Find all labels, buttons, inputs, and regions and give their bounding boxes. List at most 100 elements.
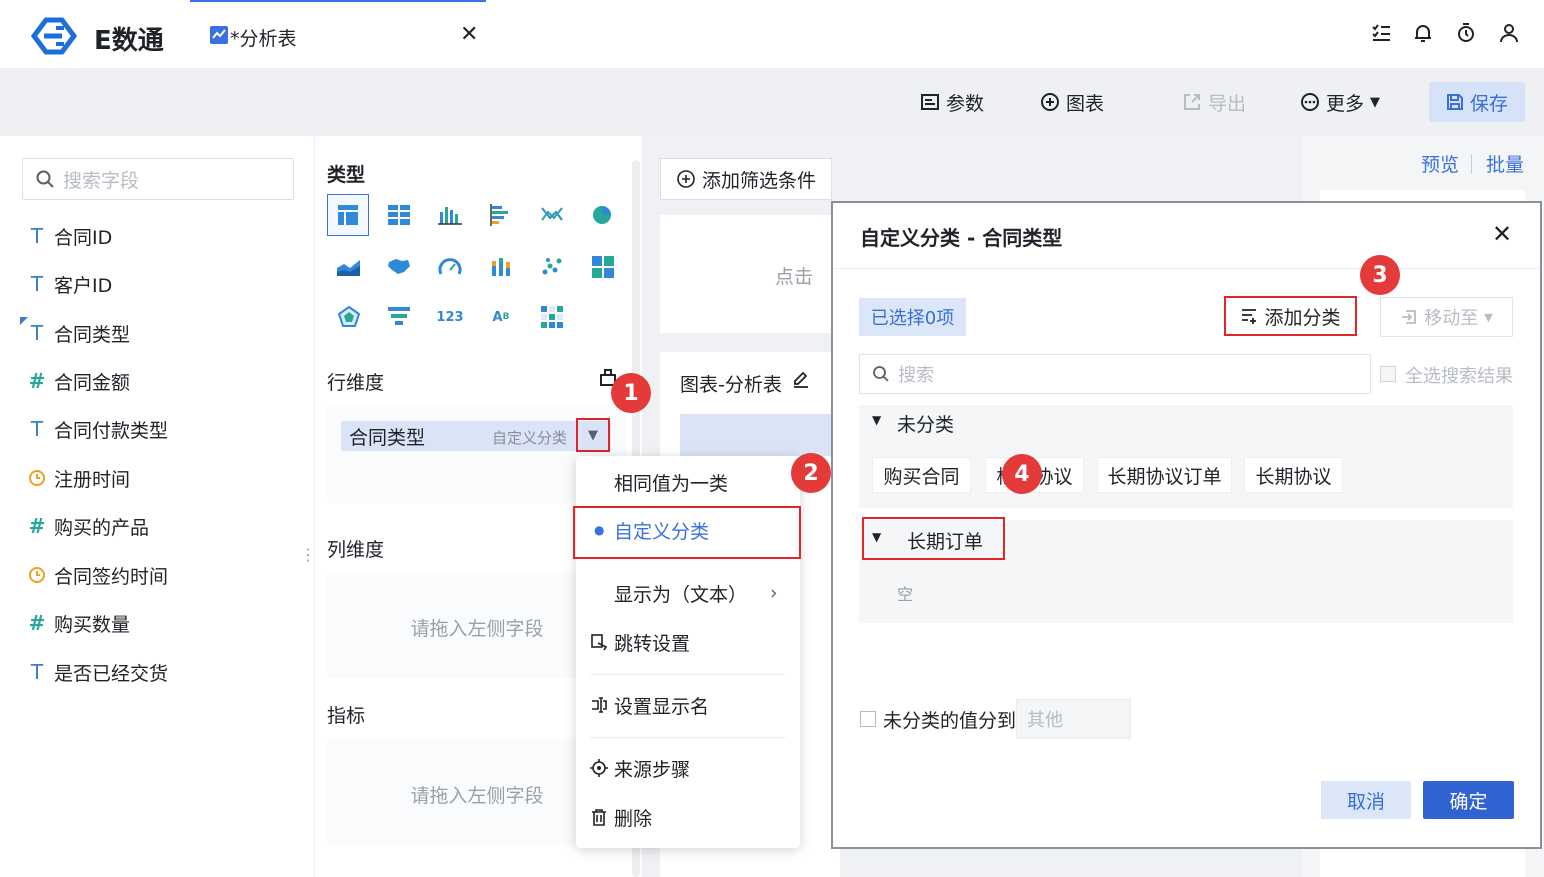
chart-type-title: 类型 xyxy=(327,164,366,186)
field-item[interactable]: # 合同金额 xyxy=(28,366,130,396)
area-chart-icon[interactable] xyxy=(332,250,366,284)
field-item[interactable]: 注册时间 xyxy=(28,463,130,493)
menu-item-display-as-label: 显示为（文本） xyxy=(614,583,748,606)
scatter-icon[interactable] xyxy=(535,250,569,284)
table-chart-icon[interactable] xyxy=(327,194,369,236)
cancel-button[interactable]: 取消 xyxy=(1321,781,1411,819)
tab-analysis[interactable]: *分析表 ✕ xyxy=(190,0,486,68)
unassigned-checkbox[interactable] xyxy=(860,711,876,727)
ok-button[interactable]: 确定 xyxy=(1423,781,1514,819)
unassigned-input[interactable]: 其他 xyxy=(1016,699,1131,739)
row-dim-field-pill[interactable]: 合同类型 自定义分类 xyxy=(341,421,611,451)
field-item[interactable]: T 是否已经交货 xyxy=(28,657,168,687)
chart-button[interactable]: 图表 xyxy=(1040,88,1104,116)
dialog-search-input[interactable]: 搜索 xyxy=(859,354,1371,394)
select-all-checkbox[interactable] xyxy=(1380,366,1396,382)
menu-item-jump[interactable]: 跳转设置 xyxy=(590,627,690,657)
field-item[interactable]: T 合同ID xyxy=(28,221,112,251)
move-to-button[interactable]: 移动至 ▼ xyxy=(1380,297,1513,337)
save-label: 保存 xyxy=(1469,92,1508,115)
category-group-name[interactable]: 长期订单 xyxy=(907,527,983,554)
text-type-icon: T xyxy=(30,224,44,248)
chart-title: 图表-分析表 xyxy=(680,374,782,396)
plus-circle-icon xyxy=(676,169,696,189)
word-cloud-icon[interactable]: AB xyxy=(484,300,518,334)
category-chip[interactable]: 长期协议订单 xyxy=(1097,457,1232,493)
menu-item-source[interactable]: 来源步骤 xyxy=(590,753,690,783)
params-label: 参数 xyxy=(946,92,985,115)
dialog-search-placeholder: 搜索 xyxy=(898,365,934,386)
pie-chart-icon[interactable] xyxy=(586,198,620,232)
more-button[interactable]: 更多 ▼ xyxy=(1300,88,1380,116)
funnel-icon[interactable] xyxy=(382,300,416,334)
field-item[interactable]: # 购买的产品 xyxy=(28,511,149,541)
close-icon[interactable]: ✕ xyxy=(460,22,478,47)
menu-item-same-value[interactable]: 相同值为一类 xyxy=(614,467,728,497)
category-chip[interactable]: 长期协议 xyxy=(1244,457,1343,493)
hbar-chart-icon[interactable] xyxy=(484,198,518,232)
crosstab-icon[interactable] xyxy=(382,198,416,232)
uncategorized-title: 未分类 xyxy=(897,414,955,436)
treemap-icon[interactable] xyxy=(586,250,620,284)
map-icon[interactable] xyxy=(382,250,416,284)
menu-item-delete[interactable]: 删除 xyxy=(590,802,652,832)
field-item[interactable]: 合同签约时间 xyxy=(28,560,168,590)
heatmap-icon[interactable] xyxy=(535,300,569,334)
text-type-icon: T xyxy=(30,272,44,296)
preview-link[interactable]: 预览 xyxy=(1421,150,1459,177)
field-label: 购买数量 xyxy=(54,613,131,636)
divider xyxy=(1471,154,1472,174)
line-chart-icon xyxy=(210,26,228,44)
search-icon xyxy=(872,365,890,383)
menu-item-jump-label: 跳转设置 xyxy=(614,632,691,655)
field-item[interactable]: # 购买数量 xyxy=(28,608,130,638)
params-button[interactable]: 参数 xyxy=(920,88,984,116)
number-type-icon: # xyxy=(28,611,46,635)
field-item[interactable]: T 合同类型 xyxy=(20,317,130,348)
caret-down-icon[interactable]: ▼ xyxy=(872,413,881,427)
kpi-number-icon[interactable]: 123 xyxy=(433,300,467,334)
export-button[interactable]: 导出 xyxy=(1182,88,1246,116)
stacked-bar-icon[interactable] xyxy=(484,250,518,284)
field-search-input[interactable]: 搜索字段 xyxy=(22,158,294,200)
pill-dropdown-button[interactable]: ▼ xyxy=(576,418,610,452)
plus-circle-icon xyxy=(1040,92,1060,112)
category-chip[interactable]: 购买合同 xyxy=(872,457,971,493)
gauge-icon[interactable] xyxy=(433,250,467,284)
list-icon[interactable] xyxy=(1370,22,1394,46)
move-icon xyxy=(1400,308,1418,326)
menu-separator xyxy=(590,674,786,675)
target-icon xyxy=(590,759,608,777)
save-button[interactable]: 保存 xyxy=(1429,82,1525,122)
selected-count-badge: 已选择0项 xyxy=(859,298,966,336)
add-category-button[interactable]: 添加分类 xyxy=(1224,296,1357,336)
caret-down-icon[interactable]: ▼ xyxy=(872,530,881,544)
user-icon[interactable] xyxy=(1498,22,1522,46)
menu-item-display-name-label: 设置显示名 xyxy=(614,695,710,718)
bell-icon[interactable] xyxy=(1412,22,1436,46)
close-icon[interactable]: ✕ xyxy=(1492,220,1512,248)
menu-item-source-label: 来源步骤 xyxy=(614,758,691,781)
trash-icon xyxy=(590,808,608,826)
logo-text: E数通 xyxy=(94,26,164,56)
timer-icon[interactable] xyxy=(1455,22,1479,46)
bar-chart-icon[interactable] xyxy=(433,198,467,232)
number-type-icon: # xyxy=(28,369,46,393)
menu-item-display-name[interactable]: 设置显示名 xyxy=(590,690,709,720)
field-item[interactable]: T 客户ID xyxy=(28,269,112,299)
edit-icon[interactable] xyxy=(792,370,810,388)
search-icon xyxy=(35,169,55,189)
text-type-icon: T xyxy=(20,317,46,345)
field-label: 客户ID xyxy=(54,274,113,297)
batch-link[interactable]: 批量 xyxy=(1486,150,1524,177)
field-item[interactable]: T 合同付款类型 xyxy=(28,414,168,444)
text-type-icon: T xyxy=(30,660,44,684)
menu-item-display-as[interactable]: 显示为（文本） xyxy=(614,578,747,608)
menu-item-delete-label: 删除 xyxy=(614,807,653,830)
clock-icon xyxy=(28,469,46,487)
dialog-title: 自定义分类 - 合同类型 xyxy=(860,226,1063,250)
add-filter-button[interactable]: 添加筛选条件 xyxy=(660,158,832,200)
highlight-box-custom xyxy=(573,506,801,559)
combo-chart-icon[interactable] xyxy=(535,198,569,232)
radar-icon[interactable] xyxy=(332,300,366,334)
